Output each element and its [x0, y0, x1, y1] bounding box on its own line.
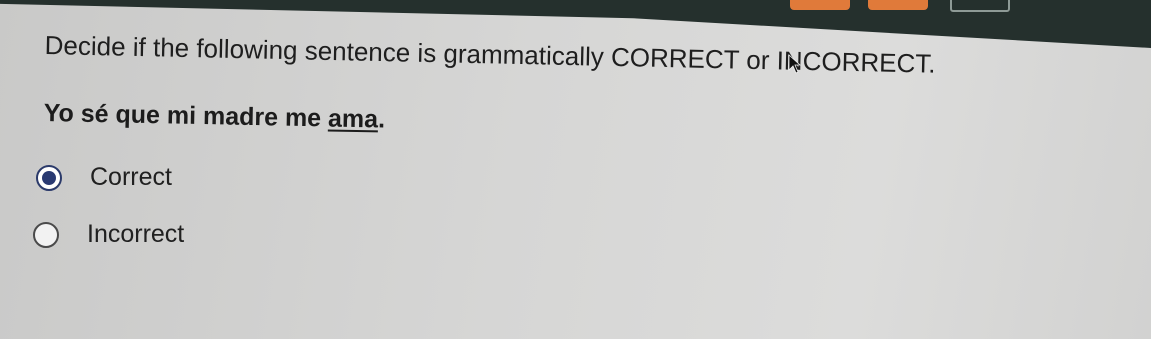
- question-card: Decide if the following sentence is gram…: [0, 0, 1151, 339]
- mouse-pointer-icon: [788, 54, 802, 74]
- radio-button[interactable]: [33, 221, 59, 248]
- sentence-text: Yo sé que mi madre me: [43, 99, 329, 133]
- radio-dot: [42, 170, 56, 185]
- question-sentence: Yo sé que mi madre me ama.: [43, 99, 385, 135]
- question-prompt: Decide if the following sentence is gram…: [44, 30, 936, 79]
- option-incorrect[interactable]: Incorrect: [33, 220, 184, 249]
- sentence-period: .: [377, 105, 386, 134]
- option-label: Incorrect: [87, 220, 185, 248]
- option-label: Correct: [90, 163, 172, 191]
- radio-button-selected[interactable]: [36, 164, 62, 191]
- sentence-underlined-word: ama: [327, 104, 379, 134]
- option-correct[interactable]: Correct: [36, 163, 172, 192]
